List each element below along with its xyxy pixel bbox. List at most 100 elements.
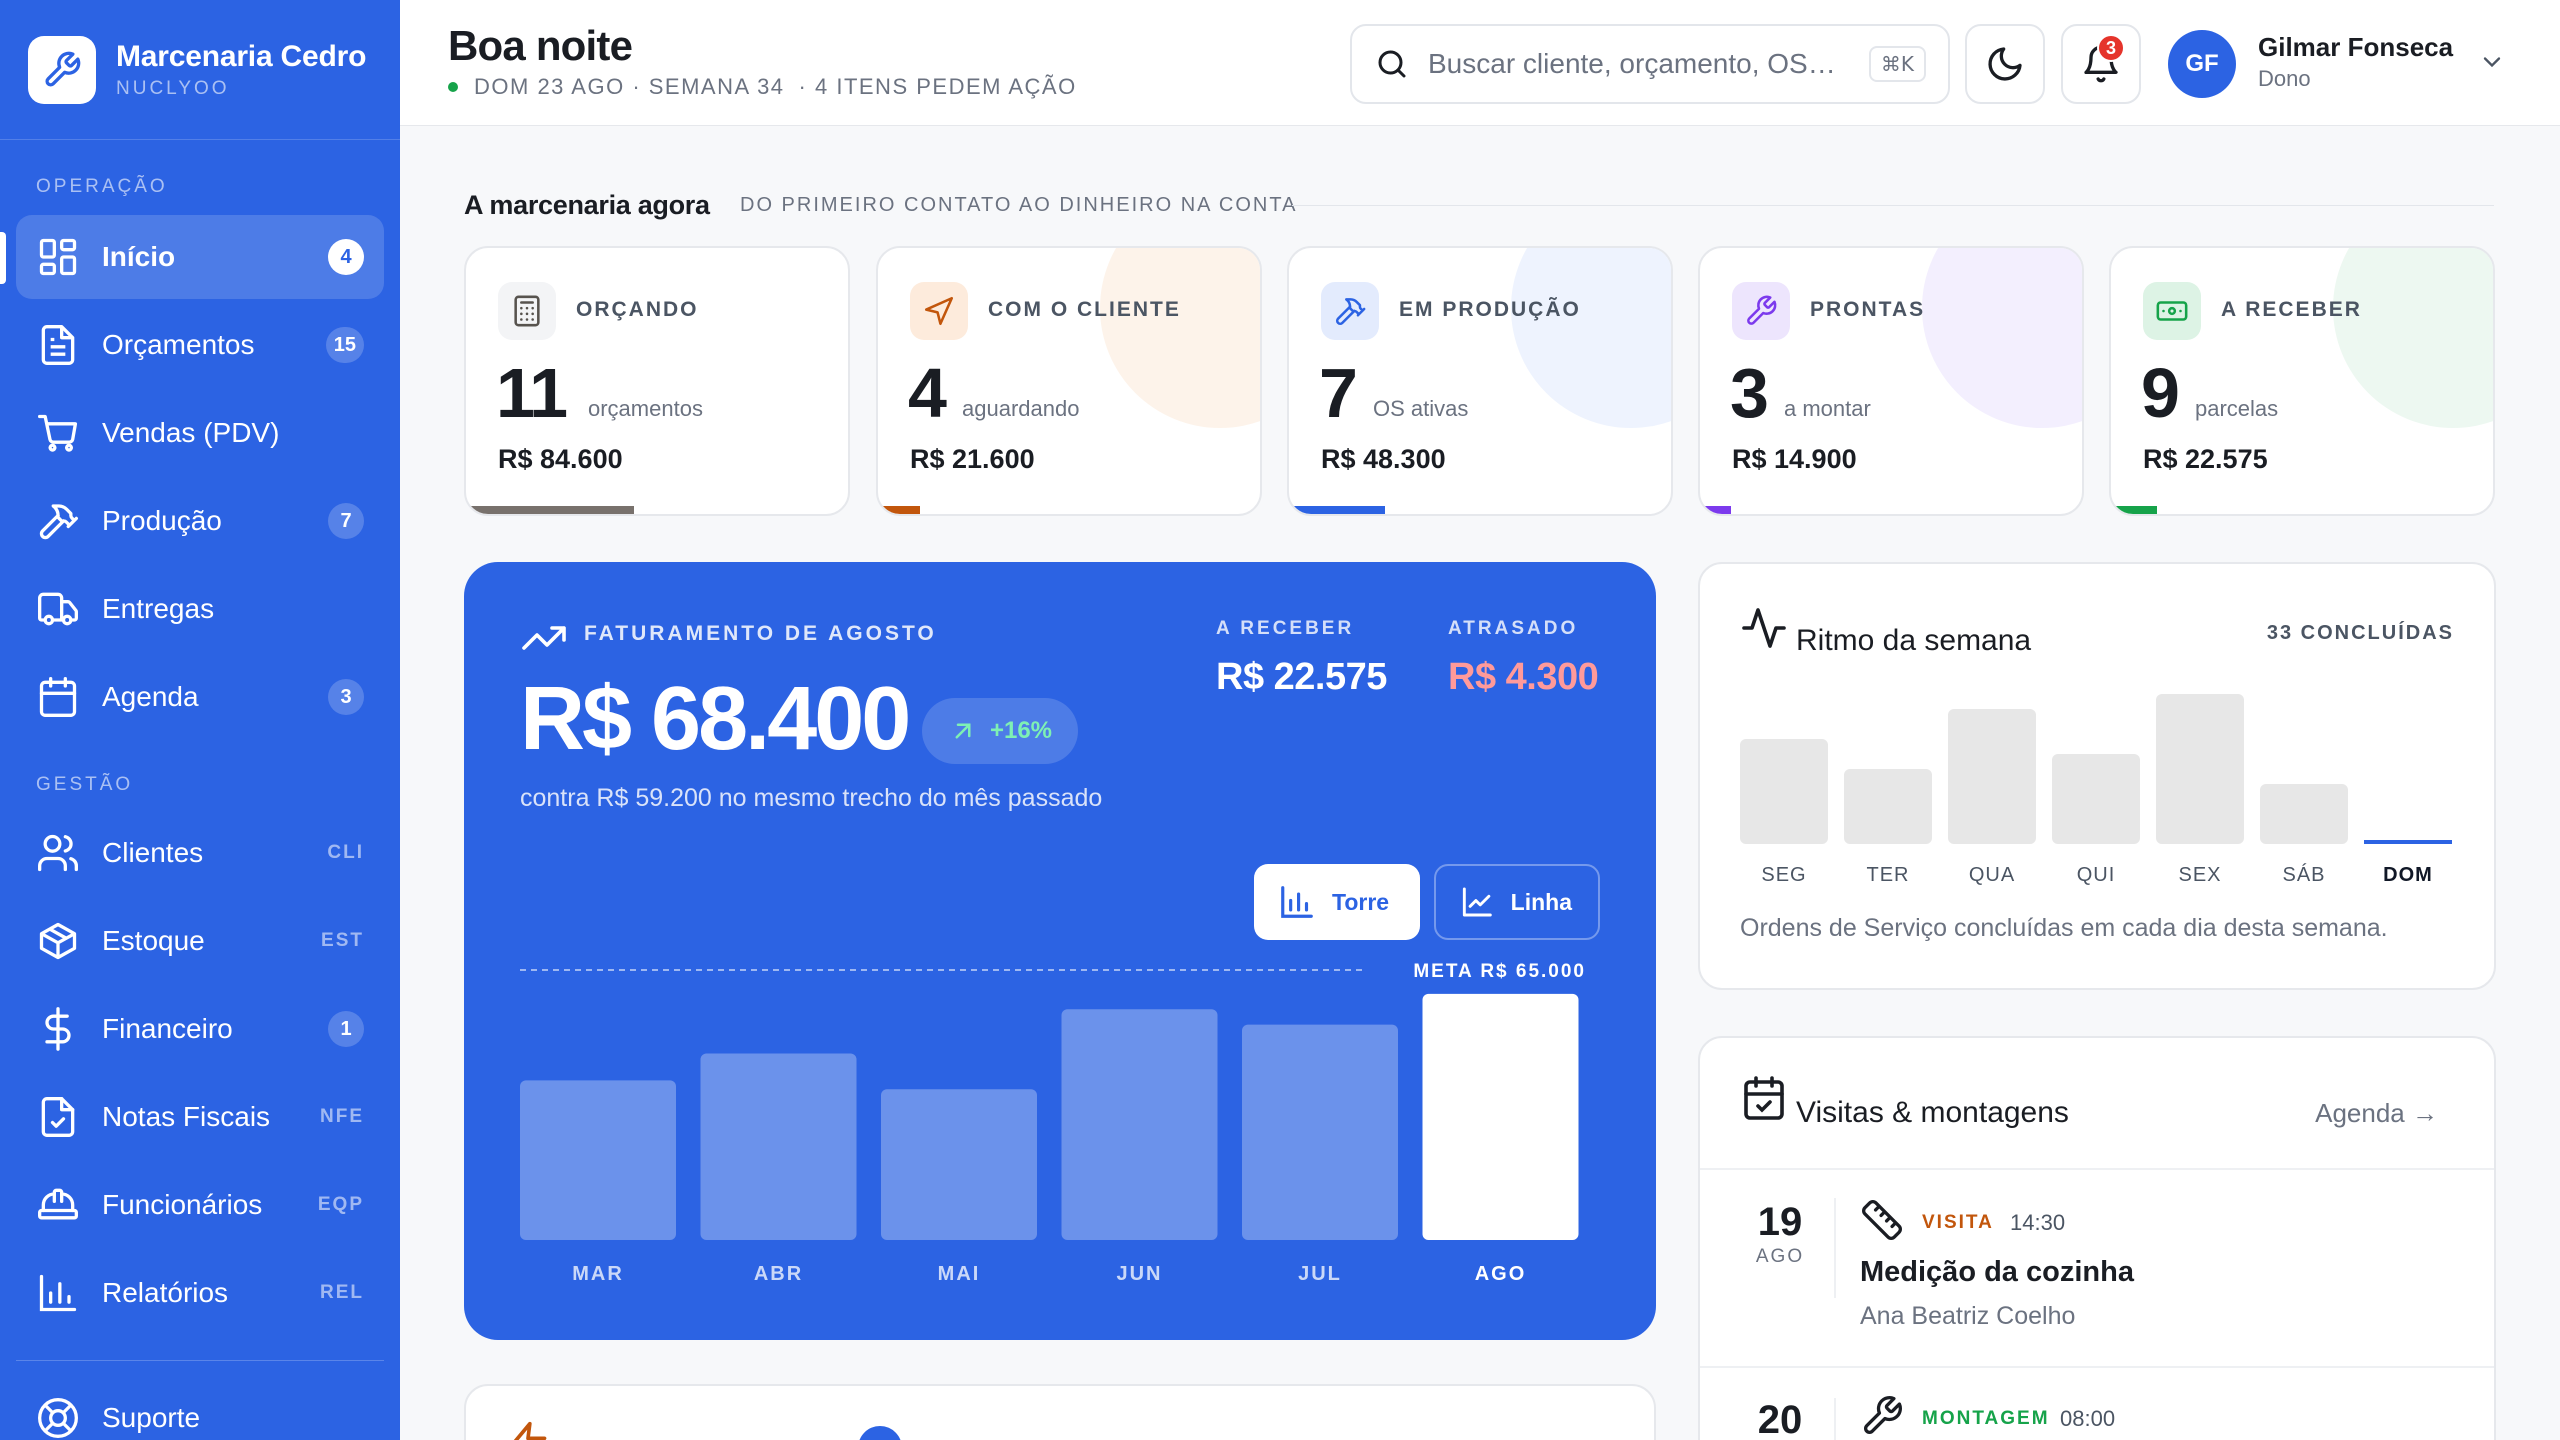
week-bar-5[interactable]	[2260, 784, 2348, 844]
chart-bar-jul[interactable]	[1242, 1024, 1398, 1240]
brand-name: Marcenaria Cedro	[116, 39, 367, 73]
kpi-card-a-receber[interactable]: A RECEBER 9 parcelas R$ 22.575	[2109, 246, 2495, 516]
visit-time: 08:00	[2060, 1406, 2116, 1431]
calculator-icon	[498, 282, 556, 340]
kpi-label: EM PRODUÇÃO	[1399, 298, 1581, 321]
notifications-button[interactable]: 3	[2061, 24, 2141, 104]
kpi-value: R$ 48.300	[1321, 444, 1446, 474]
visits-card: Visitas & montagens Agenda → 19 AGO VISI…	[1698, 1036, 2496, 1440]
visit-type: VISITA	[1922, 1212, 1994, 1233]
invoice-icon	[41, 1097, 75, 1137]
sidebar-item-agenda[interactable]: Agenda 3	[16, 655, 384, 739]
status-line: DOM 23 AGO · SEMANA 34 · 4 ITENS PEDEM A…	[448, 74, 1077, 100]
topbar: Boa noite DOM 23 AGO · SEMANA 34 · 4 ITE…	[400, 0, 2560, 126]
kpi-unit: orçamentos	[588, 396, 703, 421]
sidebar-item-funcionarios[interactable]: Funcionários EQP	[16, 1163, 384, 1247]
kpi-count: 3	[1730, 354, 1769, 432]
visit-day: 19	[1757, 1200, 1803, 1244]
visit-month: AGO	[1755, 1246, 1805, 1267]
hammer-icon	[39, 504, 78, 540]
chart-tick-label: MAI	[938, 1263, 981, 1285]
sidebar-item-financeiro[interactable]: Financeiro 1	[16, 987, 384, 1071]
calendar-check-icon	[1744, 1076, 1784, 1120]
user-name: Gilmar Fonseca	[2258, 32, 2454, 62]
search-input[interactable]: Buscar cliente, orçamento, OS… ⌘K	[1350, 24, 1950, 104]
kpi-decoration	[2333, 248, 2493, 428]
sidebar-item-suporte[interactable]: Suporte	[16, 1376, 384, 1440]
avatar[interactable]: GF	[2168, 30, 2236, 98]
sidebar-divider	[16, 1360, 384, 1361]
nav-shortcut-code: EQP	[317, 1194, 364, 1215]
sidebar-item-label: Estoque	[102, 925, 205, 956]
sidebar-item-vendas[interactable]: Vendas (PDV)	[16, 391, 384, 475]
revenue-bar-chart: META R$ 65.000 MAR ABR MAI JUN JUL AGO	[520, 961, 1584, 1285]
sidebar-item-relatorios[interactable]: Relatórios REL	[16, 1251, 384, 1335]
user-role: Dono	[2258, 66, 2311, 91]
sidebar-item-entregas[interactable]: Entregas	[16, 567, 384, 651]
sidebar-item-inicio[interactable]: Início 4	[16, 215, 384, 299]
sidebar-item-label: Vendas (PDV)	[102, 417, 280, 448]
visit-time: 14:30	[2010, 1210, 2066, 1235]
dollar-icon	[45, 1007, 71, 1051]
hardhat-icon	[38, 1188, 78, 1220]
kpi-unit: aguardando	[962, 396, 1080, 421]
chart-bar-mai[interactable]	[881, 1089, 1037, 1240]
kpi-card-com-o-cliente[interactable]: COM O CLIENTE 4 aguardando R$ 21.600	[876, 246, 1262, 516]
visit-type: MONTAGEM	[1922, 1408, 2050, 1429]
week-day-label: DOM	[2383, 864, 2433, 886]
kpi-progress-bar	[1289, 506, 1385, 514]
wrench-icon	[1732, 282, 1790, 340]
nav-shortcut-code: EST	[321, 930, 364, 951]
week-bar-0[interactable]	[1740, 739, 1828, 844]
chevron-down-icon[interactable]	[2478, 48, 2506, 76]
sidebar-item-producao[interactable]: Produção 7	[16, 479, 384, 563]
nav-count-badge: 1	[328, 1011, 364, 1047]
card-footnote: Ordens de Serviço concluídas em cada dia…	[1740, 914, 2388, 942]
chart-tick-label: AGO	[1475, 1263, 1527, 1285]
lifebuoy-icon	[38, 1398, 78, 1438]
week-bar-today[interactable]	[2364, 840, 2452, 844]
week-bar-3[interactable]	[2052, 754, 2140, 844]
week-bar-4[interactable]	[2156, 694, 2244, 844]
divider	[1700, 1168, 2494, 1170]
week-bar-2[interactable]	[1948, 709, 2036, 844]
nav-count-badge: 15	[325, 327, 364, 363]
sidebar-item-orcamentos[interactable]: Orçamentos 15	[16, 303, 384, 387]
kpi-unit: parcelas	[2195, 396, 2279, 421]
sidebar-item-estoque[interactable]: Estoque EST	[16, 899, 384, 983]
page-title: Boa noite	[448, 22, 633, 69]
kpi-card-prontas[interactable]: PRONTAS 3 a montar R$ 14.900	[1698, 246, 2084, 516]
wrench-icon	[1864, 1396, 1902, 1434]
sidebar-item-label: Início	[102, 241, 176, 272]
theme-toggle-button[interactable]	[1965, 24, 2045, 104]
sidebar-item-label: Funcionários	[102, 1189, 263, 1220]
sidebar-item-notas-fiscais[interactable]: Notas Fiscais NFE	[16, 1075, 384, 1159]
chart-bar-ago[interactable]	[1422, 993, 1579, 1240]
sidebar-item-clientes[interactable]: Clientes CLI	[16, 811, 384, 895]
week-day-label: SÁB	[2282, 864, 2326, 886]
kpi-card-em-producao[interactable]: EM PRODUÇÃO 7 OS ativas R$ 48.300	[1287, 246, 1673, 516]
nav-shortcut-code: NFE	[320, 1106, 364, 1127]
chart-bar-abr[interactable]	[700, 1053, 857, 1240]
kpi-value: R$ 21.600	[910, 444, 1035, 474]
kpi-card-orcando[interactable]: ORÇANDO 11 orçamentos R$ 84.600	[464, 246, 850, 516]
chart-tick-label: JUN	[1116, 1263, 1162, 1285]
week-bar-1[interactable]	[1844, 769, 1932, 844]
kpi-decoration	[1922, 248, 2082, 428]
search-placeholder: Buscar cliente, orçamento, OS…	[1428, 48, 1836, 79]
chart-bar-jun[interactable]	[1061, 1009, 1218, 1240]
section-divider	[1292, 205, 2494, 206]
week-day-label: QUA	[1968, 864, 2016, 886]
sidebar-item-label: Suporte	[102, 1402, 201, 1433]
kpi-count: 4	[908, 354, 947, 432]
sidebar-item-label: Notas Fiscais	[102, 1101, 271, 1132]
cash-icon	[2143, 282, 2201, 340]
date-label: DOM 23 AGO · SEMANA 34	[474, 74, 785, 99]
actions-label: · 4 ITENS PEDEM AÇÃO	[798, 74, 1077, 99]
brand[interactable]: Marcenaria Cedro NUCLYOO	[0, 0, 400, 140]
divider	[1834, 1398, 1836, 1440]
divider	[1700, 1366, 2494, 1368]
agenda-link[interactable]: Agenda →	[2315, 1098, 2438, 1129]
nav-section-gestao: GESTÃO	[36, 774, 134, 795]
chart-bar-mar[interactable]	[520, 1080, 676, 1240]
